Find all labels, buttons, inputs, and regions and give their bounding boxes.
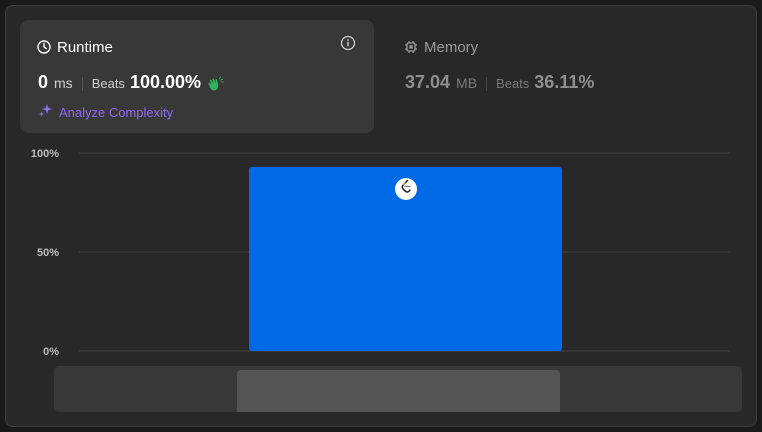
stat-divider [81, 77, 83, 91]
y-tick-label: 0% [43, 346, 59, 358]
memory-value: 37.04 [405, 72, 451, 92]
runtime-title-label: Runtime [57, 38, 113, 56]
chart-range-scrollbar[interactable] [54, 366, 742, 412]
chip-icon [404, 40, 418, 54]
runtime-title: Runtime [37, 38, 113, 56]
memory-title-label: Memory [424, 38, 479, 56]
sparkle-icon [38, 103, 53, 121]
memory-stats: 37.04 MB Beats 36.11% [405, 72, 594, 96]
leetcode-logo-icon [399, 179, 413, 198]
analyze-complexity-link[interactable]: Analyze Complexity [38, 103, 173, 121]
memory-unit: MB [456, 75, 478, 91]
range-handle[interactable] [237, 370, 560, 412]
memory-beats-value: 36.11% [534, 72, 595, 92]
memory-card[interactable]: Memory 37.04 MB Beats 36.11% [390, 20, 730, 133]
analyze-complexity-label: Analyze Complexity [59, 104, 174, 120]
runtime-beats-value: 100.00% [129, 72, 201, 92]
submission-detail-panel: Runtime 0 ms Beats 100.00% Analyze Compl… [5, 5, 757, 427]
y-tick-label: 50% [37, 247, 59, 259]
clapping-hands-icon [206, 76, 224, 92]
clock-icon [37, 40, 51, 54]
y-tick-label: 100% [31, 148, 59, 160]
user-avatar-marker[interactable] [394, 177, 417, 200]
runtime-beats-label: Beats [91, 76, 125, 91]
runtime-value: 0 [38, 72, 49, 92]
memory-title: Memory [404, 38, 478, 56]
memory-beats-label: Beats [496, 76, 530, 91]
info-icon[interactable] [340, 35, 356, 51]
runtime-unit: ms [54, 75, 73, 91]
runtime-stats: 0 ms Beats 100.00% [38, 72, 224, 96]
runtime-card[interactable]: Runtime 0 ms Beats 100.00% Analyze Compl… [20, 20, 374, 133]
stat-divider [486, 77, 488, 91]
